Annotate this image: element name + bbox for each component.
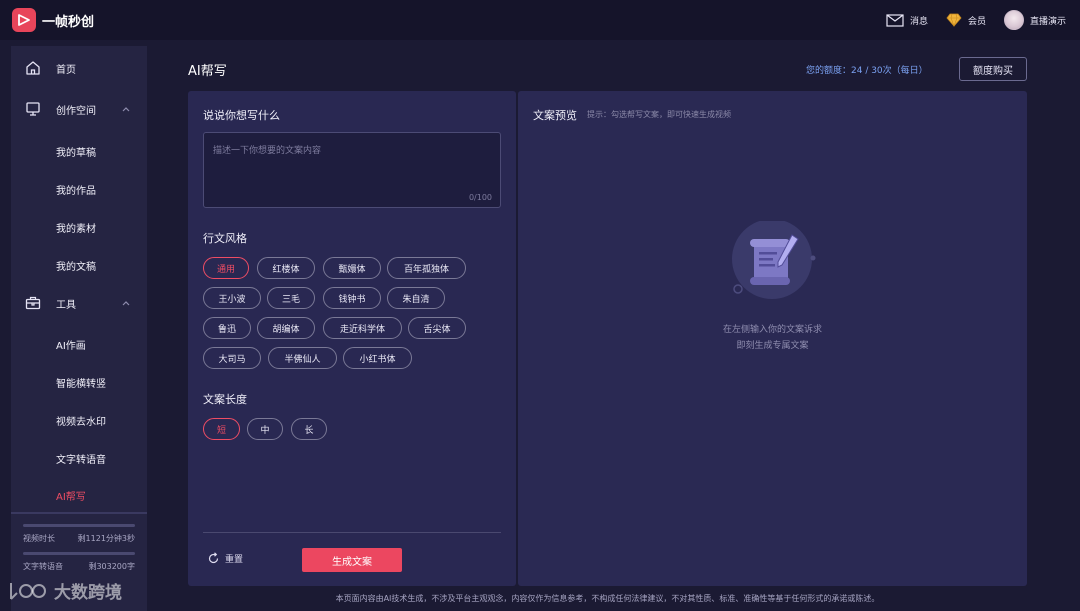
prompt-section-title: 说说你想写什么	[203, 109, 280, 122]
sidebar-item-label: 创作空间	[56, 105, 96, 117]
prompt-placeholder: 描述一下你想要的文案内容	[213, 146, 322, 156]
sidebar-item-label: 工具	[56, 299, 76, 311]
reset-button[interactable]: 重置	[207, 552, 243, 565]
style-chip-hubian[interactable]: 胡编体	[257, 317, 315, 339]
avatar	[1003, 10, 1024, 30]
style-chip-sanmao[interactable]: 三毛	[267, 287, 315, 309]
empty-state-line1: 在左侧输入你的文案诉求	[722, 325, 822, 335]
quota-bar	[23, 552, 135, 555]
preview-panel: 文案预览 提示：勾选帮写文案，即可快速生成视频 在左侧输入你的文案诉求 即刻生成…	[518, 91, 1027, 586]
user-menu[interactable]: 直播演示	[1003, 10, 1066, 30]
monitor-icon	[26, 102, 40, 116]
toolbox-icon	[25, 296, 41, 310]
style-chip-zhenhuan[interactable]: 甄嬛体	[323, 257, 381, 279]
style-chip-tip-of-tongue[interactable]: 舌尖体	[408, 317, 466, 339]
diamond-icon	[946, 13, 962, 27]
prompt-input[interactable]: 描述一下你想要的文案内容 0/100	[203, 132, 501, 208]
length-section-title: 文案长度	[203, 393, 247, 406]
sidebar-item-ai-writer[interactable]: AI帮写	[56, 488, 86, 503]
preview-hint: 提示：勾选帮写文案，即可快速生成视频	[587, 110, 731, 119]
style-chip-hundred-years[interactable]: 百年孤独体	[387, 257, 466, 279]
sidebar-item-materials[interactable]: 我的素材	[56, 220, 96, 235]
daily-quota-info: 您的额度：24 / 30次（每日）	[806, 66, 928, 76]
quota-value: 剩1121分钟3秒	[77, 534, 135, 543]
style-section-title: 行文风格	[203, 232, 247, 245]
style-chip-approach-science[interactable]: 走近科学体	[323, 317, 402, 339]
panel-divider	[203, 532, 501, 533]
style-chip-xiaohongshu[interactable]: 小红书体	[343, 347, 412, 369]
style-chip-banfo[interactable]: 半佛仙人	[268, 347, 337, 369]
brand[interactable]: 一帧秒创	[12, 8, 94, 32]
preview-title: 文案预览	[533, 109, 577, 122]
sidebar-item-home[interactable]: 首页	[11, 54, 147, 82]
sidebar-item-scripts[interactable]: 我的文稿	[56, 258, 96, 273]
writer-form-panel: 说说你想写什么 描述一下你想要的文案内容 0/100 行文风格 通用 红楼体 甄…	[188, 91, 516, 586]
length-chip-medium[interactable]: 中	[247, 418, 283, 440]
home-icon	[26, 61, 40, 75]
member-label: 会员	[967, 16, 986, 27]
sidebar-item-drafts[interactable]: 我的草稿	[56, 144, 96, 159]
style-chip-general[interactable]: 通用	[203, 257, 249, 279]
quota-video-duration: 视频时长 剩1121分钟3秒	[23, 524, 135, 544]
sidebar: 首页 创作空间 我的草稿 我的作品 我的素材 我的文稿 工具 AI作画 智能横转…	[11, 46, 147, 611]
generate-copy-button[interactable]: 生成文案	[302, 548, 402, 572]
sidebar-item-label: 首页	[56, 64, 76, 76]
chevron-up-icon	[122, 301, 130, 306]
sidebar-item-works[interactable]: 我的作品	[56, 182, 96, 197]
style-chip-wang-xiaobo[interactable]: 王小波	[203, 287, 261, 309]
app-logo-icon	[12, 8, 36, 32]
style-chip-zhu-ziqing[interactable]: 朱自清	[387, 287, 445, 309]
buy-quota-button[interactable]: 额度购买	[959, 57, 1027, 81]
reset-label: 重置	[225, 555, 244, 565]
page-title: AI帮写	[188, 64, 227, 79]
app-name: 一帧秒创	[42, 14, 95, 30]
member-button[interactable]: 会员	[946, 13, 986, 27]
length-chip-long[interactable]: 长	[291, 418, 327, 440]
sidebar-item-ai-drawing[interactable]: AI作画	[56, 337, 86, 352]
style-chip-luxun[interactable]: 鲁迅	[203, 317, 251, 339]
empty-scroll-quill-icon	[732, 221, 816, 299]
quota-text-to-speech: 文字转语音 剩303200字	[23, 552, 135, 572]
top-bar: 一帧秒创 消息 会员 直播演示	[0, 0, 1080, 40]
style-chip-qian-zhongshu[interactable]: 钱钟书	[323, 287, 381, 309]
length-chip-short[interactable]: 短	[203, 418, 240, 440]
chevron-up-icon	[122, 107, 130, 112]
style-chip-hongloumeng[interactable]: 红楼体	[257, 257, 315, 279]
prompt-char-count: 0/100	[468, 193, 492, 202]
quota-bar	[23, 524, 135, 527]
sidebar-divider	[11, 512, 147, 514]
sidebar-item-tools[interactable]: 工具	[11, 289, 147, 317]
sidebar-item-creation-space[interactable]: 创作空间	[11, 95, 147, 123]
mail-icon	[886, 13, 904, 27]
messages-label: 消息	[909, 16, 928, 27]
quota-label: 文字转语音	[23, 562, 63, 571]
messages-button[interactable]: 消息	[886, 13, 928, 27]
refresh-icon	[208, 552, 219, 564]
empty-state-line2: 即刻生成专属文案	[736, 341, 809, 351]
user-name: 直播演示	[1029, 16, 1066, 27]
quota-label: 视频时长	[23, 534, 55, 543]
sidebar-item-remove-watermark[interactable]: 视频去水印	[56, 413, 106, 428]
ai-disclaimer: 本页面内容由AI技术生成，不涉及平台主观观念，内容仅作为信息参考，不构成任何法律…	[335, 594, 880, 603]
style-chip-dasima[interactable]: 大司马	[203, 347, 261, 369]
sidebar-item-landscape-to-portrait[interactable]: 智能横转竖	[56, 375, 106, 390]
sidebar-item-text-to-speech[interactable]: 文字转语音	[56, 451, 106, 466]
quota-value: 剩303200字	[88, 562, 135, 571]
